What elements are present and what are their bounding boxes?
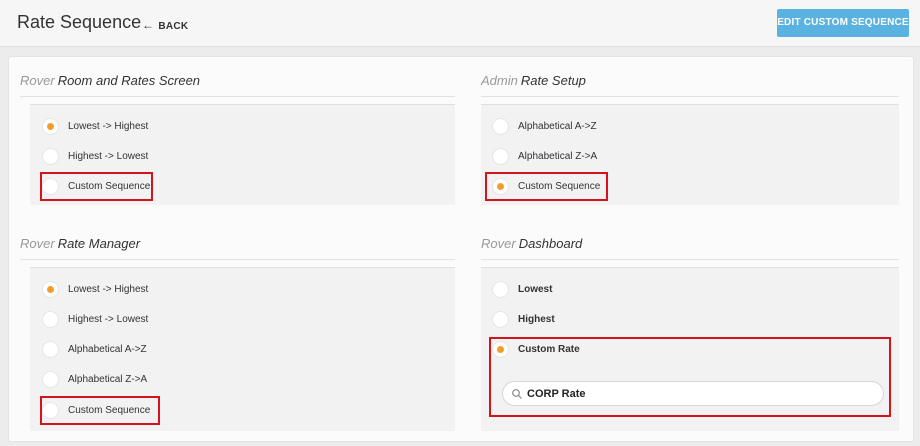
- option-label: Highest -> Lowest: [68, 150, 149, 162]
- section-prefix: Admin: [481, 73, 518, 88]
- section-divider: [481, 96, 899, 97]
- radio-option-lowest-highest[interactable]: Lowest -> Highest: [42, 116, 148, 136]
- section-divider: [481, 259, 899, 260]
- section-label: Rate Setup: [520, 73, 586, 88]
- radio-unselected-icon[interactable]: [492, 117, 509, 135]
- section-prefix: Rover: [481, 236, 516, 251]
- edit-custom-sequence-button[interactable]: EDIT CUSTOM SEQUENCE: [777, 9, 909, 37]
- section-title-dashboard: Rover Dashboard: [481, 236, 582, 251]
- radio-selected-icon[interactable]: [42, 117, 59, 135]
- back-label: BACK: [158, 21, 189, 32]
- highlight-box: [40, 396, 160, 425]
- radio-option-highest[interactable]: Highest: [492, 309, 555, 329]
- radio-option-highest-lowest[interactable]: Highest -> Lowest: [42, 309, 148, 329]
- section-prefix: Rover: [20, 73, 55, 88]
- option-label: Lowest: [518, 283, 553, 295]
- option-label: Lowest -> Highest: [68, 120, 149, 132]
- page-title: Rate Sequence: [17, 12, 142, 32]
- radio-unselected-icon[interactable]: [42, 147, 59, 165]
- radio-unselected-icon[interactable]: [492, 280, 509, 298]
- option-label: Alphabetical Z->A: [68, 373, 148, 385]
- highlight-box: [489, 337, 891, 417]
- radio-option-alpha-a-z[interactable]: Alphabetical A->Z: [492, 116, 597, 136]
- highlight-box: [40, 172, 153, 201]
- highlight-box: [485, 172, 608, 201]
- option-label: Highest: [518, 313, 555, 325]
- radio-option-lowest-highest[interactable]: Lowest -> Highest: [42, 279, 148, 299]
- radio-selected-icon[interactable]: [42, 280, 59, 298]
- section-prefix: Rover: [20, 236, 55, 251]
- radio-unselected-icon[interactable]: [42, 370, 59, 388]
- option-label: Alphabetical A->Z: [518, 120, 597, 132]
- radio-option-lowest[interactable]: Lowest: [492, 279, 552, 299]
- page-header: Rate Sequence ← BACK EDIT CUSTOM SEQUENCE: [0, 0, 920, 47]
- section-title-admin-rate-setup: Admin Rate Setup: [481, 73, 586, 88]
- radio-option-highest-lowest[interactable]: Highest -> Lowest: [42, 146, 148, 166]
- back-link[interactable]: ← BACK: [142, 18, 188, 32]
- radio-unselected-icon[interactable]: [42, 310, 59, 328]
- option-label: Lowest -> Highest: [68, 283, 149, 295]
- section-divider: [20, 96, 455, 97]
- radio-unselected-icon[interactable]: [492, 310, 509, 328]
- option-label: Alphabetical Z->A: [518, 150, 598, 162]
- option-label: Alphabetical A->Z: [68, 343, 147, 355]
- radio-option-alpha-a-z[interactable]: Alphabetical A->Z: [42, 339, 147, 359]
- section-label: Rate Manager: [57, 236, 141, 251]
- section-label: Dashboard: [518, 236, 583, 251]
- left-arrow-icon: ←: [142, 18, 155, 32]
- section-divider: [20, 259, 455, 260]
- section-label: Room and Rates Screen: [57, 73, 201, 88]
- section-title-rate-manager: Rover Rate Manager: [20, 236, 140, 251]
- option-label: Highest -> Lowest: [68, 313, 149, 325]
- radio-option-alpha-z-a[interactable]: Alphabetical Z->A: [492, 146, 597, 166]
- radio-unselected-icon[interactable]: [42, 340, 59, 358]
- radio-unselected-icon[interactable]: [492, 147, 509, 165]
- radio-option-alpha-z-a[interactable]: Alphabetical Z->A: [42, 369, 147, 389]
- section-title-room-rates: Rover Room and Rates Screen: [20, 73, 200, 88]
